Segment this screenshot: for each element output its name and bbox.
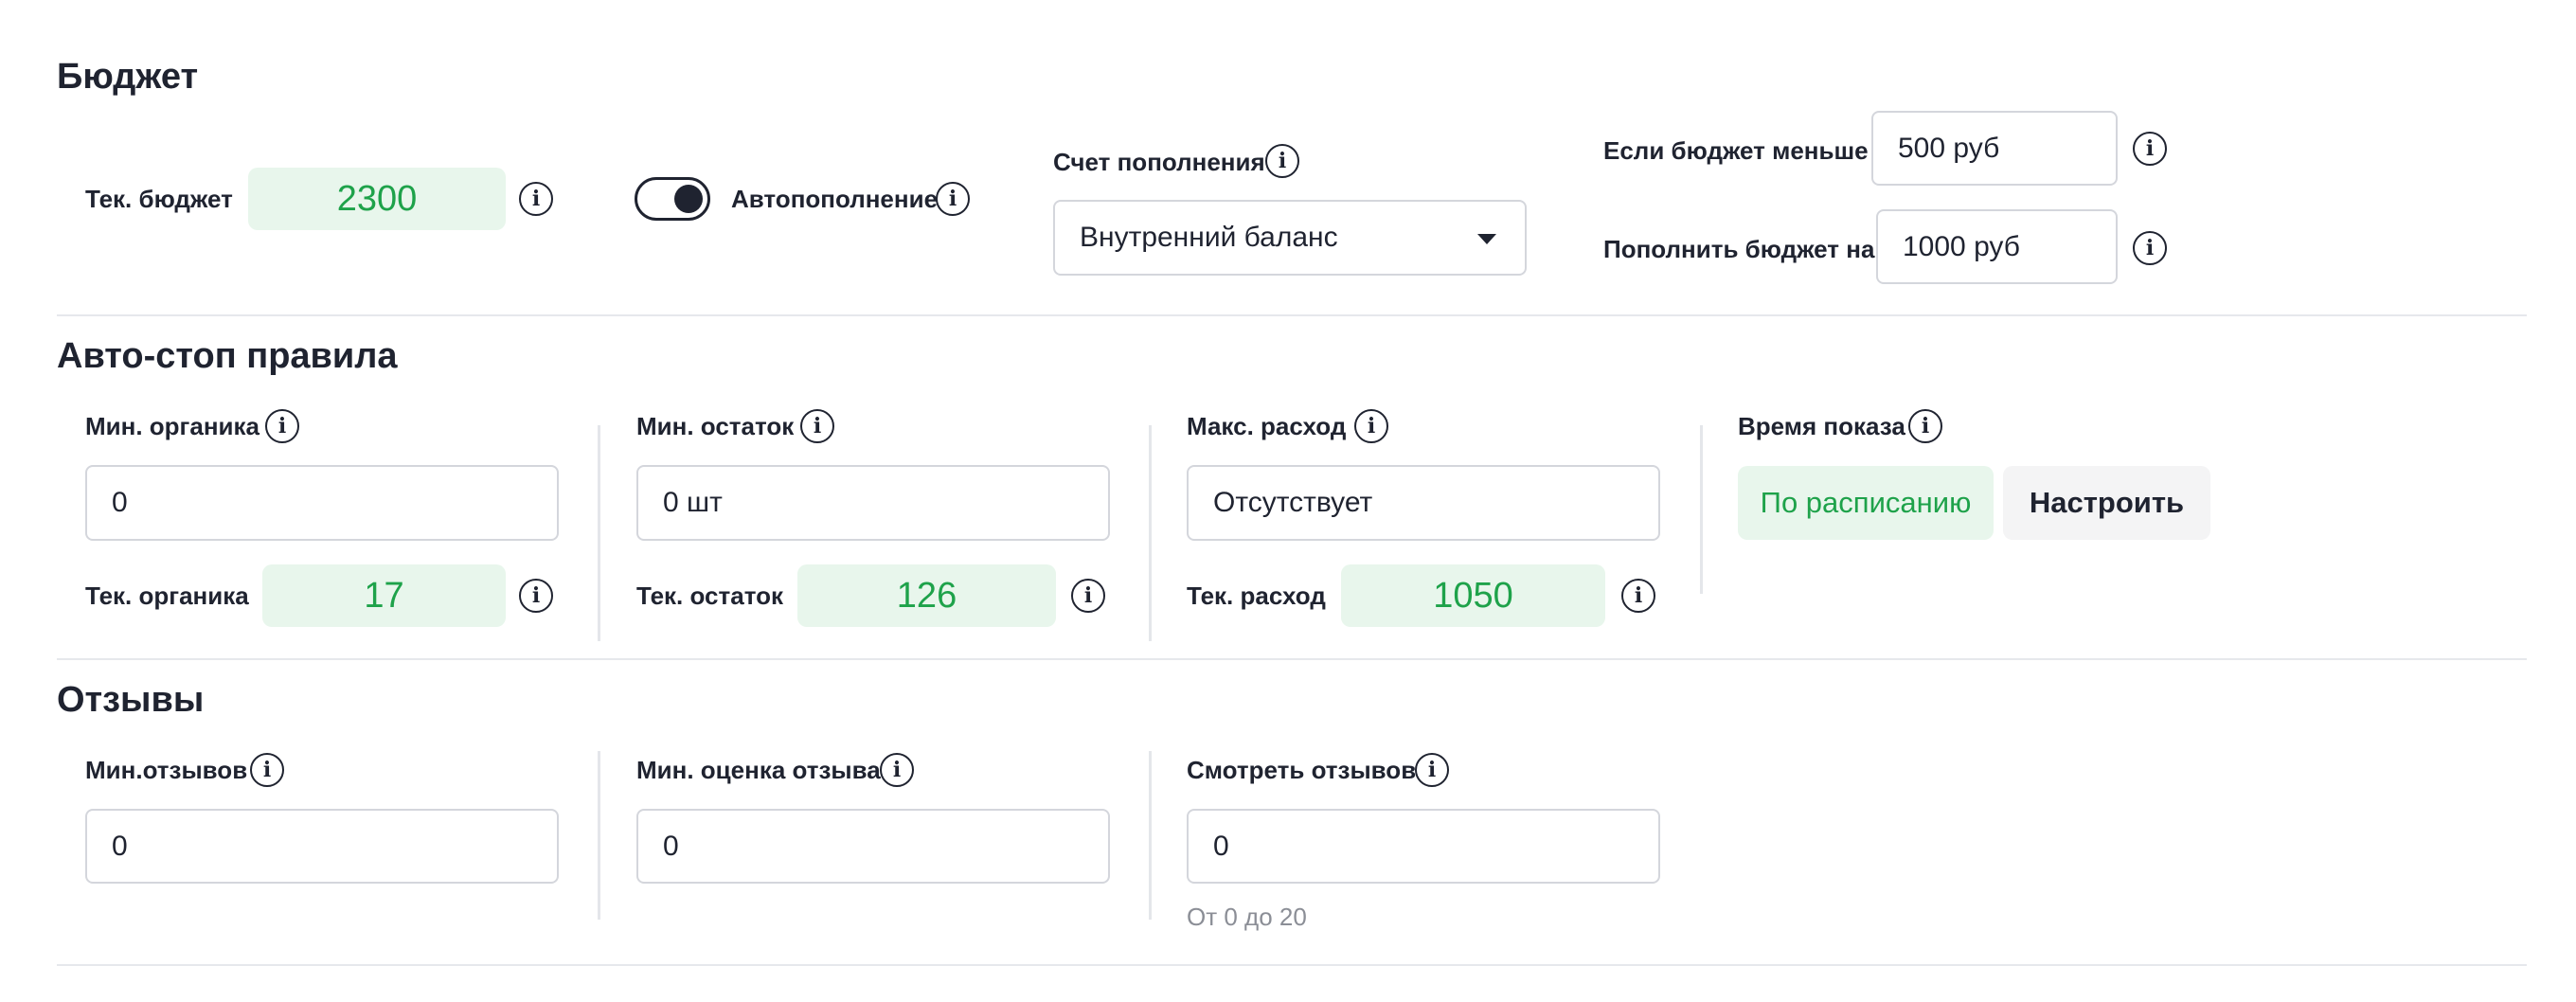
- info-icon[interactable]: i: [800, 409, 834, 443]
- min-stock-label: Мин. остаток: [636, 412, 795, 440]
- current-budget-value: 2300: [248, 168, 506, 230]
- topup-by-input[interactable]: 1000 руб: [1876, 209, 2118, 284]
- section-divider: [57, 964, 2527, 966]
- max-spend-label: Макс. расход: [1187, 412, 1347, 440]
- info-icon[interactable]: i: [880, 753, 914, 787]
- account-select-value: Внутренний баланс: [1080, 222, 1338, 253]
- cur-organic-value: 17: [262, 564, 506, 627]
- view-reviews-label: Смотреть отзывов: [1187, 756, 1417, 784]
- autostop-section-title: Авто-стоп правила: [57, 336, 398, 376]
- schedule-button[interactable]: По расписанию: [1738, 466, 1994, 540]
- info-icon[interactable]: i: [265, 409, 299, 443]
- min-stock-input[interactable]: 0 шт: [636, 465, 1110, 541]
- account-label: Счет пополнения: [1053, 148, 1265, 176]
- info-icon[interactable]: i: [250, 753, 284, 787]
- reviews-section-title: Отзывы: [57, 680, 205, 720]
- min-reviews-label: Мин.отзывов: [85, 756, 248, 784]
- min-organic-label: Мин. органика: [85, 412, 260, 440]
- cur-organic-label: Тек. органика: [85, 582, 249, 610]
- cur-stock-label: Тек. остаток: [636, 582, 783, 610]
- view-reviews-input[interactable]: 0: [1187, 809, 1660, 884]
- info-icon[interactable]: i: [2133, 231, 2167, 265]
- info-icon[interactable]: i: [1071, 579, 1105, 613]
- info-icon[interactable]: i: [1908, 409, 1942, 443]
- min-reviews-input[interactable]: 0: [85, 809, 559, 884]
- cur-spend-label: Тек. расход: [1187, 582, 1326, 610]
- info-icon[interactable]: i: [2133, 132, 2167, 166]
- show-time-label: Время показа: [1738, 412, 1905, 440]
- info-icon[interactable]: i: [519, 182, 553, 216]
- section-divider: [57, 658, 2527, 660]
- column-divider: [1149, 751, 1152, 920]
- info-icon[interactable]: i: [936, 182, 970, 216]
- view-reviews-hint: От 0 до 20: [1187, 903, 1307, 931]
- configure-button[interactable]: Настроить: [2003, 466, 2210, 540]
- column-divider: [598, 425, 600, 641]
- chevron-down-icon: [1477, 234, 1496, 244]
- current-budget-label: Тек. бюджет: [85, 185, 233, 213]
- column-divider: [1700, 425, 1703, 594]
- if-less-input[interactable]: 500 руб: [1871, 111, 2118, 186]
- cur-stock-value: 126: [797, 564, 1056, 627]
- info-icon[interactable]: i: [519, 579, 553, 613]
- min-rating-input[interactable]: 0: [636, 809, 1110, 884]
- if-less-label: Если бюджет меньше: [1603, 136, 1869, 165]
- info-icon[interactable]: i: [1621, 579, 1655, 613]
- autotopup-toggle[interactable]: [635, 177, 710, 221]
- topup-by-label: Пополнить бюджет на: [1603, 235, 1875, 263]
- info-icon[interactable]: i: [1265, 144, 1299, 178]
- max-spend-input[interactable]: Отсутствует: [1187, 465, 1660, 541]
- budget-section-title: Бюджет: [57, 57, 199, 97]
- info-icon[interactable]: i: [1415, 753, 1449, 787]
- account-select[interactable]: Внутренний баланс: [1053, 200, 1527, 276]
- section-divider: [57, 314, 2527, 316]
- column-divider: [1149, 425, 1152, 641]
- min-organic-input[interactable]: 0: [85, 465, 559, 541]
- min-rating-label: Мин. оценка отзыва: [636, 756, 881, 784]
- column-divider: [598, 751, 600, 920]
- autotopup-label: Автопополнение: [731, 185, 939, 213]
- cur-spend-value: 1050: [1341, 564, 1605, 627]
- info-icon[interactable]: i: [1354, 409, 1388, 443]
- toggle-knob: [674, 185, 703, 213]
